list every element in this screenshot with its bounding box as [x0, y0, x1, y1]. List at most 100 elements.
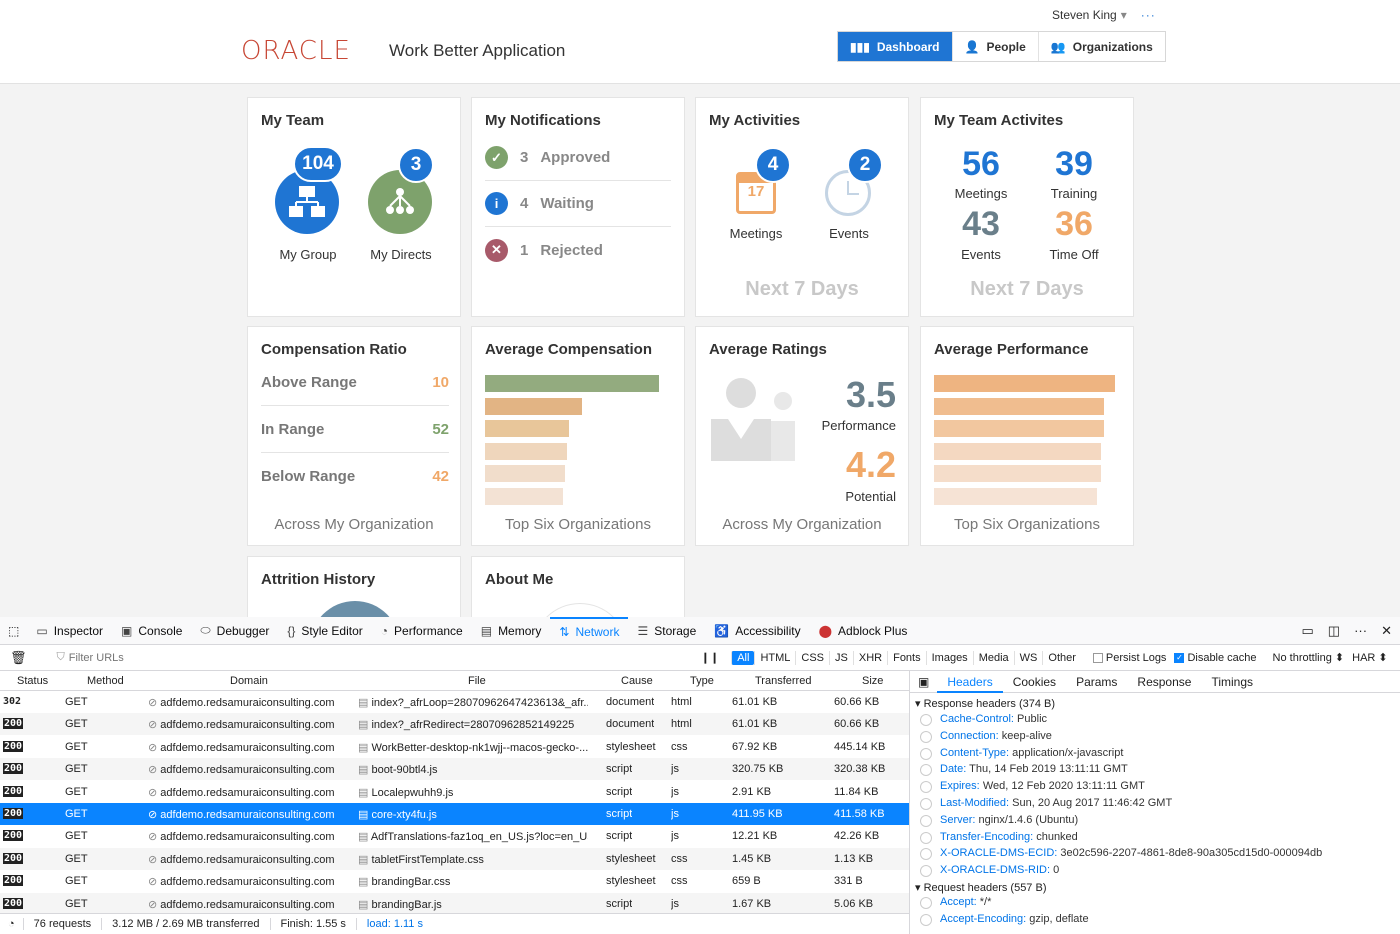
- throttling-select[interactable]: No throttling ⬍: [1273, 651, 1345, 664]
- activities-card[interactable]: My Activities 17 4 Meetings 2 Events Nex…: [695, 97, 909, 317]
- user-menu[interactable]: Steven King ▾ ···: [1052, 8, 1156, 22]
- tab-storage[interactable]: ☰ Storage: [628, 617, 705, 645]
- table-row[interactable]: 200 GET ⊘ adfdemo.redsamuraiconsulting.com…: [0, 736, 909, 758]
- tab-debugger[interactable]: ⬭ Debugger: [191, 617, 278, 645]
- help-icon[interactable]: [920, 913, 932, 926]
- chevron-down-icon[interactable]: ▾: [1121, 8, 1127, 22]
- help-icon[interactable]: [920, 865, 932, 878]
- pick-element-icon[interactable]: ⬚: [0, 617, 27, 645]
- table-row[interactable]: 200 GET ⊘ adfdemo.redsamuraiconsulting.com…: [0, 892, 909, 915]
- filter-other[interactable]: Other: [1042, 650, 1081, 665]
- average-compensation-card[interactable]: Average Compensation Top Six Organizatio…: [471, 326, 685, 546]
- help-icon[interactable]: [920, 730, 932, 743]
- filter-js[interactable]: JS: [829, 650, 853, 665]
- tab-accessibility[interactable]: ♿ Accessibility: [705, 617, 809, 645]
- persist-logs-checkbox[interactable]: Persist Logs: [1092, 652, 1166, 664]
- filter-ws[interactable]: WS: [1013, 650, 1043, 665]
- more-icon[interactable]: ···: [1141, 8, 1156, 22]
- dock-icon[interactable]: ◫: [1328, 623, 1340, 639]
- notification-rejected[interactable]: ✕ 1 Rejected: [485, 227, 671, 273]
- tab-inspector[interactable]: ▭ Inspector: [27, 617, 112, 645]
- help-icon[interactable]: [920, 814, 932, 827]
- filter-xhr[interactable]: XHR: [852, 650, 887, 665]
- average-ratings-card[interactable]: Average Ratings 3.5 Performance 4.2 Pote…: [695, 326, 909, 546]
- filter-all[interactable]: All: [731, 650, 755, 665]
- pause-icon[interactable]: ❙❙: [689, 651, 731, 664]
- table-row[interactable]: 200 GET ⊘ adfdemo.redsamuraiconsulting.com…: [0, 825, 909, 847]
- filter-urls-input[interactable]: [68, 651, 689, 664]
- filter-css[interactable]: CSS: [795, 650, 829, 665]
- trash-icon[interactable]: 🗑: [0, 650, 37, 666]
- help-icon[interactable]: [920, 798, 932, 810]
- col-file[interactable]: File: [468, 675, 486, 687]
- col-transferred[interactable]: Transferred: [755, 675, 811, 687]
- close-icon[interactable]: ✕: [1381, 623, 1392, 639]
- my-team-card[interactable]: My Team 104 My Group 3 My Directs: [247, 97, 461, 317]
- header-line: Last-Modified: Sun, 20 Aug 2017 11:46:42…: [940, 797, 1173, 809]
- user-name[interactable]: Steven King: [1052, 8, 1117, 22]
- tab-cookies[interactable]: Cookies: [1003, 675, 1066, 689]
- cell-domain: ⊘ adfdemo.redsamuraiconsulting.com: [148, 697, 335, 709]
- cell-method: GET: [65, 897, 88, 910]
- insecure-lock-icon: ⊘: [148, 741, 161, 754]
- nav-dashboard[interactable]: ▮▮▮ Dashboard: [838, 32, 953, 61]
- col-type[interactable]: Type: [690, 675, 714, 687]
- col-method[interactable]: Method: [87, 675, 124, 687]
- filter-html[interactable]: HTML: [754, 650, 795, 665]
- tab-headers[interactable]: Headers: [937, 671, 1003, 693]
- notification-waiting[interactable]: i 4 Waiting: [485, 181, 671, 227]
- col-status[interactable]: Status: [17, 675, 48, 687]
- more-icon[interactable]: ···: [1354, 623, 1367, 639]
- tab-style-editor[interactable]: {} Style Editor: [278, 617, 371, 645]
- responsive-icon[interactable]: ▭: [1302, 623, 1314, 639]
- help-icon[interactable]: [920, 781, 932, 794]
- response-headers-section[interactable]: ▾ Response headers (374 B): [910, 693, 1400, 710]
- meetings-label: Meetings: [729, 226, 783, 241]
- har-menu[interactable]: HAR ⬍: [1352, 651, 1388, 664]
- help-icon[interactable]: [920, 848, 932, 861]
- notification-approved[interactable]: ✓ 3 Approved: [485, 135, 671, 181]
- average-performance-card[interactable]: Average Performance Top Six Organization…: [920, 326, 1134, 546]
- table-row[interactable]: 200 GET ⊘ adfdemo.redsamuraiconsulting.com…: [0, 713, 909, 736]
- performance-icon[interactable]: ◔: [0, 918, 24, 930]
- tab-timings[interactable]: Timings: [1201, 675, 1263, 689]
- compensation-ratio-card[interactable]: Compensation Ratio Above Range 10 In Rang…: [247, 326, 461, 546]
- tab-params[interactable]: Params: [1066, 675, 1127, 689]
- table-row[interactable]: 200 GET ⊘ adfdemo.redsamuraiconsulting.com…: [0, 870, 909, 892]
- tab-response[interactable]: Response: [1127, 675, 1201, 689]
- filter-fonts[interactable]: Fonts: [887, 650, 926, 665]
- tab-memory[interactable]: ▤ Memory: [472, 617, 551, 645]
- request-headers-section[interactable]: ▾ Request headers (557 B): [910, 877, 1047, 894]
- team-activities-card[interactable]: My Team Activites 56 Meetings 39 Trainin…: [920, 97, 1134, 317]
- help-icon[interactable]: [920, 764, 932, 777]
- tab-performance[interactable]: ◔ Performance: [372, 617, 472, 645]
- tab-network[interactable]: ⇅ Network: [550, 616, 629, 645]
- table-row[interactable]: 302 GET ⊘ adfdemo.redsamuraiconsulting.com…: [0, 691, 909, 713]
- toggle-panel-icon[interactable]: ▣: [910, 675, 937, 689]
- nav-people[interactable]: 👤 People: [953, 32, 1039, 61]
- table-row[interactable]: 200 GET ⊘ adfdemo.redsamuraiconsulting.com…: [0, 803, 909, 825]
- table-row[interactable]: 200 GET ⊘ adfdemo.redsamuraiconsulting.com…: [0, 758, 909, 781]
- help-icon[interactable]: [920, 714, 932, 726]
- col-domain[interactable]: Domain: [230, 675, 268, 687]
- nav-organizations[interactable]: 👥 Organizations: [1039, 32, 1165, 61]
- tab-adblock[interactable]: ⬤ Adblock Plus: [810, 617, 917, 645]
- bar: [934, 397, 1105, 415]
- filter-media[interactable]: Media: [972, 650, 1014, 665]
- col-size[interactable]: Size: [862, 675, 883, 687]
- card-footer: Top Six Organizations: [505, 516, 651, 533]
- disable-cache-checkbox[interactable]: ✓ Disable cache: [1174, 652, 1257, 664]
- cell-domain: ⊘ adfdemo.redsamuraiconsulting.com: [148, 764, 335, 777]
- notifications-card[interactable]: My Notifications ✓ 3 Approved i 4 Waiting ✕ 1…: [471, 97, 685, 317]
- attrition-history-card[interactable]: Attrition History: [247, 556, 461, 617]
- about-me-card[interactable]: About Me: [471, 556, 685, 617]
- help-icon[interactable]: [920, 747, 932, 760]
- table-row[interactable]: 200 GET ⊘ adfdemo.redsamuraiconsulting.com…: [0, 781, 909, 803]
- cell-domain: ⊘ adfdemo.redsamuraiconsulting.com: [148, 719, 335, 732]
- help-icon[interactable]: [920, 831, 932, 844]
- filter-images[interactable]: Images: [925, 650, 973, 665]
- tab-console[interactable]: ▣ Console: [112, 617, 191, 645]
- table-row[interactable]: 200 GET ⊘ adfdemo.redsamuraiconsulting.com…: [0, 847, 909, 870]
- help-icon[interactable]: [920, 897, 932, 909]
- col-cause[interactable]: Cause: [621, 675, 653, 687]
